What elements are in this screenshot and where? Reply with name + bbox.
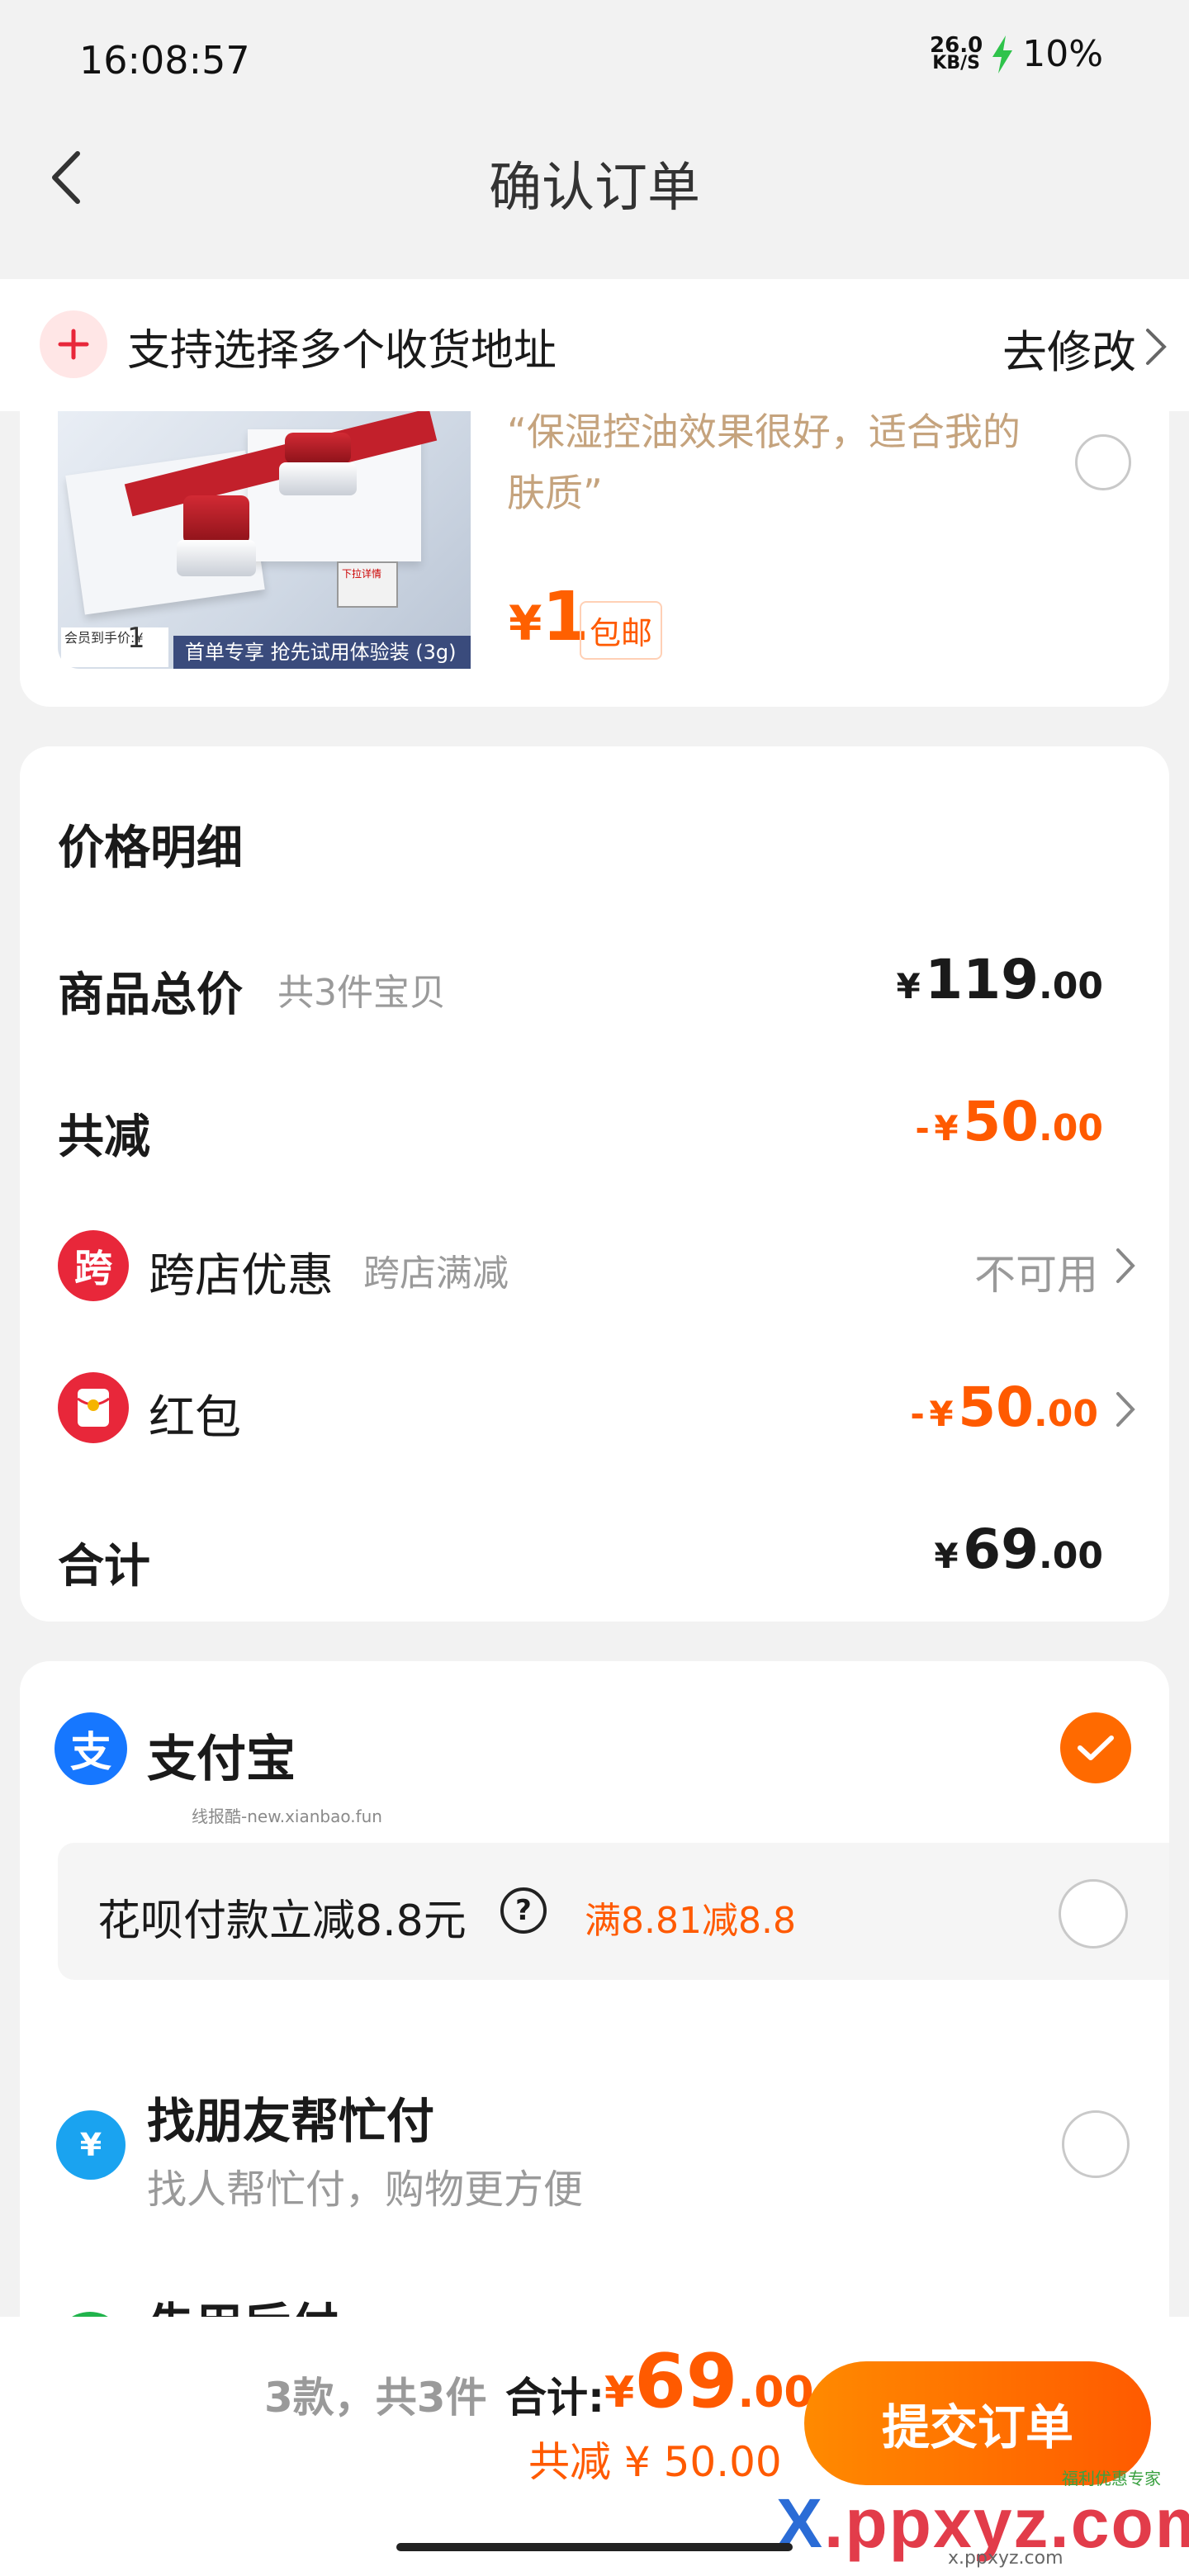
goods-total-value: ¥ 119.00 [896, 948, 1103, 1011]
goods-count: 共3件宝贝 [277, 972, 446, 1014]
amount-dec: .00 [1039, 965, 1103, 1007]
red-packet-value[interactable]: - ¥ 50.00 [910, 1376, 1098, 1439]
sum-label: 合计 [58, 1540, 150, 1593]
reduce-value: - ¥ 50.00 [915, 1090, 1103, 1153]
amount-int: 50 [963, 1090, 1040, 1153]
home-indicator[interactable] [396, 2543, 793, 2551]
alipay-label[interactable]: 支付宝 [147, 1719, 296, 1791]
cross-store-sub: 跨店满减 [363, 1252, 509, 1295]
amount-dec: .00 [1039, 1107, 1103, 1149]
amount-int: 69 [963, 1518, 1040, 1581]
check-icon [1078, 1735, 1114, 1760]
product-image-price-big: 1 [127, 622, 145, 655]
net-speed-value: 26.0 [930, 32, 983, 58]
net-speed-unit: KB/S [932, 52, 980, 73]
item-count: 3款，共3件 [264, 2374, 487, 2422]
amount-dec: .00 [737, 2368, 814, 2417]
goods-total-label: 商品总价 [58, 968, 243, 1022]
huabei-promo: 满8.81减8.8 [585, 1900, 796, 1942]
page-title: 确认订单 [489, 158, 700, 219]
friend-pay-label[interactable]: 找朋友帮忙付 [147, 2082, 434, 2152]
help-icon[interactable]: ? [500, 1887, 547, 1934]
watermark-text: 线报酷-new.xianbao.fun [192, 1807, 382, 1826]
product-image-caption: 首单专享 抢先试用体验装 (3g) [173, 636, 471, 669]
sum-value: ¥ 69.00 [934, 1518, 1103, 1581]
product-price-symbol: ¥ [509, 595, 542, 651]
bottom-total-value: ¥69.00 [604, 2338, 814, 2425]
amount-int: 50 [958, 1376, 1035, 1439]
product-jar-base-2 [279, 462, 357, 495]
red-packet-label: 红包 [149, 1391, 241, 1445]
product-select-radio[interactable] [1075, 434, 1131, 490]
product-jar-lid-2 [285, 433, 351, 464]
friend-pay-icon: ¥ [56, 2110, 126, 2180]
currency-symbol: ¥ [934, 1536, 959, 1576]
currency-symbol: ¥ [929, 1394, 954, 1434]
amount-dec: .00 [1034, 1393, 1098, 1435]
currency-symbol: ¥ [604, 2368, 635, 2417]
currency-symbol: ¥ [934, 1108, 959, 1148]
status-right: 26.0 KB/S 10% [930, 33, 1103, 75]
charging-icon [992, 35, 1013, 73]
net-speed: 26.0 KB/S [930, 32, 983, 73]
amount-int: 69 [634, 2338, 738, 2425]
alipay-selected-check[interactable] [1060, 1712, 1131, 1783]
bottom-reduce: 共减 ¥ 50.00 [528, 2438, 782, 2486]
status-time: 16:08:57 [79, 38, 250, 83]
product-image-price: 会员到手价:¥ 1 [61, 622, 168, 667]
friend-pay-radio[interactable] [1062, 2110, 1130, 2178]
cross-store-value[interactable]: 不可用 [974, 1242, 1098, 1301]
price-detail-title: 价格明细 [58, 822, 243, 875]
edit-address-link[interactable]: 去修改 [1002, 315, 1136, 381]
price-detail-card [20, 746, 1169, 1622]
cross-store-label: 跨店优惠 [149, 1249, 334, 1303]
bottom-total-label: 合计: [505, 2374, 604, 2422]
plus-icon [58, 329, 89, 360]
address-text: 支持选择多个收货地址 [127, 326, 557, 376]
add-address-icon[interactable] [40, 310, 107, 378]
amount-dec: .00 [1039, 1535, 1103, 1577]
site-sub: x.ppxyz.com [948, 2548, 1063, 2569]
product-price: ¥1 [509, 578, 589, 656]
red-envelope-icon [77, 1389, 110, 1427]
product-quote: “保湿控油效果很好，适合我的肤质” [507, 410, 1021, 515]
huabei-label: 花呗付款立减8.8元 [97, 1896, 467, 1946]
chevron-right-icon [1116, 1248, 1135, 1283]
red-packet-icon [58, 1372, 129, 1443]
chevron-right-icon [1146, 329, 1167, 365]
minus-sign: - [910, 1394, 925, 1434]
product-image-small-label: 下拉详情 [337, 561, 398, 608]
friend-pay-sub: 找人帮忙付，购物更方便 [147, 2166, 584, 2213]
battery-level: 10% [1022, 33, 1103, 75]
free-shipping-badge: 包邮 [580, 601, 663, 660]
amount-int: 119 [925, 948, 1040, 1011]
minus-sign: - [915, 1108, 930, 1148]
product-jar-lid [183, 495, 249, 545]
reduce-label: 共减 [58, 1110, 150, 1164]
product-jar-base [177, 540, 256, 576]
chevron-right-icon [1116, 1392, 1135, 1427]
huabei-radio[interactable] [1059, 1879, 1128, 1949]
cross-store-icon: 跨 [58, 1230, 129, 1301]
alipay-icon: 支 [54, 1712, 127, 1785]
currency-symbol: ¥ [896, 966, 921, 1006]
